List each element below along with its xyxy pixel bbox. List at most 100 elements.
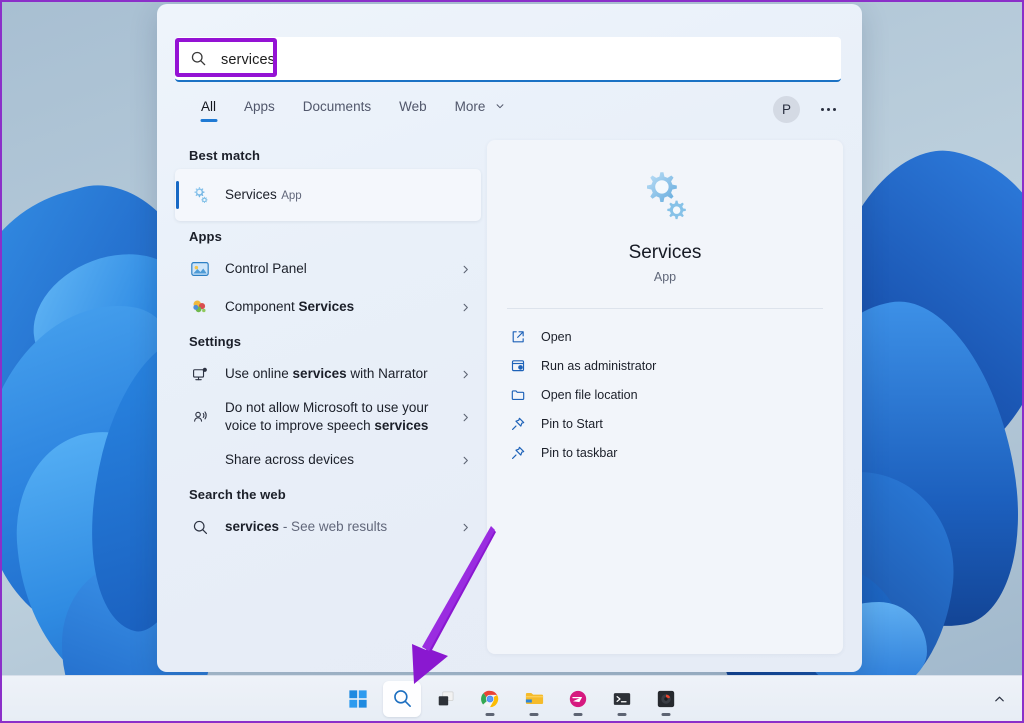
dot	[833, 108, 836, 111]
services-gear-icon	[189, 184, 211, 206]
chevron-right-icon	[460, 455, 471, 466]
avatar-initial: P	[781, 102, 791, 117]
search-icon	[190, 50, 207, 67]
result-row-use-online-services-narrator[interactable]: Use online services with Narrator	[175, 355, 481, 393]
action-pin-to-start[interactable]: Pin to Start	[501, 409, 829, 438]
result-row-component-services[interactable]: Component Services	[175, 288, 481, 326]
taskbar	[2, 675, 1022, 721]
action-label: Open	[541, 329, 572, 344]
more-options-button[interactable]	[815, 96, 842, 123]
result-row-share-across-devices[interactable]: Share across devices	[175, 441, 481, 479]
tab-all-label: All	[201, 99, 217, 114]
action-label: Open file location	[541, 387, 638, 402]
preview-divider	[507, 308, 823, 309]
search-field-wrapper[interactable]: services	[175, 37, 841, 82]
taskbar-chrome-button[interactable]	[471, 681, 509, 717]
search-input[interactable]: services	[175, 37, 841, 82]
folder-icon	[509, 386, 527, 404]
control-panel-icon	[189, 258, 211, 280]
result-title-suffix: with Narrator	[346, 366, 428, 381]
action-label: Pin to Start	[541, 416, 603, 431]
taskbar-items	[339, 680, 685, 717]
running-indicator	[529, 713, 539, 716]
pink-app-icon	[568, 689, 588, 709]
folder-icon	[524, 688, 545, 709]
result-title-prefix: Component	[225, 299, 299, 314]
result-title: Control Panel	[225, 261, 307, 276]
tab-web[interactable]: Web	[385, 96, 441, 124]
taskbar-tray-expand-button[interactable]	[993, 692, 1006, 705]
result-title-highlight: services	[374, 418, 429, 433]
action-label: Pin to taskbar	[541, 445, 618, 460]
no-icon-placeholder	[189, 449, 211, 471]
taskbar-search-button[interactable]	[383, 680, 421, 717]
result-title: services - See web results	[225, 519, 387, 534]
result-row-control-panel[interactable]: Control Panel	[175, 250, 481, 288]
result-title: Component Services	[225, 299, 354, 314]
section-heading-apps: Apps	[189, 229, 222, 244]
tab-apps[interactable]: Apps	[230, 96, 289, 124]
action-pin-to-taskbar[interactable]: Pin to taskbar	[501, 438, 829, 467]
result-row-speech-services[interactable]: Do not allow Microsoft to use your voice…	[175, 393, 481, 441]
text-caret	[275, 49, 277, 67]
avatar[interactable]: P	[773, 96, 800, 123]
tab-all[interactable]: All	[187, 96, 230, 124]
taskbar-file-explorer-button[interactable]	[515, 681, 553, 717]
result-row-services-best-match[interactable]: Services App	[175, 169, 481, 221]
tab-documents[interactable]: Documents	[289, 96, 385, 124]
running-indicator	[661, 713, 671, 716]
chevron-right-icon	[460, 302, 471, 313]
result-title-highlight: services	[292, 366, 347, 381]
chevron-right-icon	[460, 264, 471, 275]
running-indicator	[617, 713, 627, 716]
preview-actions: Open Run as administrator Open file loca…	[501, 322, 829, 467]
preview-pane: Services App Open Run as administrator O…	[487, 140, 843, 654]
open-external-icon	[509, 328, 527, 346]
preview-subtitle: App	[653, 270, 677, 284]
result-subtitle: App	[281, 190, 302, 202]
dark-app-icon	[656, 689, 676, 709]
action-open[interactable]: Open	[501, 322, 829, 351]
result-title-highlight: Services	[298, 299, 355, 314]
preview-title: Services	[628, 242, 702, 263]
taskbar-app-pink-button[interactable]	[559, 681, 597, 717]
chevron-up-icon	[993, 692, 1006, 705]
result-title-suffix: - See web results	[279, 519, 388, 534]
chevron-down-icon	[495, 101, 505, 111]
section-heading-best-match: Best match	[189, 148, 261, 163]
running-indicator	[485, 713, 495, 716]
running-indicator	[573, 713, 583, 716]
chevron-right-icon	[460, 412, 471, 423]
result-title: Share across devices	[225, 452, 355, 467]
result-title: Services	[225, 187, 277, 202]
services-gear-icon	[634, 166, 696, 228]
section-heading-search-the-web: Search the web	[189, 487, 286, 502]
results-list: Best match Services App Apps Control Pan…	[175, 140, 481, 546]
filter-tabs: All Apps Documents Web More	[187, 96, 519, 124]
result-title-highlight: services	[225, 519, 280, 534]
chrome-icon	[480, 689, 500, 709]
screen: services All Apps Documents Web More P B…	[0, 0, 1024, 723]
action-run-as-administrator[interactable]: Run as administrator	[501, 351, 829, 380]
tab-web-label: Web	[399, 99, 427, 114]
taskbar-app-dark-button[interactable]	[647, 681, 685, 717]
action-open-file-location[interactable]: Open file location	[501, 380, 829, 409]
result-title-prefix: Use online	[225, 366, 293, 381]
taskbar-start-button[interactable]	[339, 681, 377, 717]
tab-apps-label: Apps	[244, 99, 275, 114]
pin-icon	[509, 415, 527, 433]
result-row-web-search[interactable]: services - See web results	[175, 508, 481, 546]
pin-icon	[509, 444, 527, 462]
taskbar-task-view-button[interactable]	[427, 681, 465, 717]
chevron-right-icon	[460, 369, 471, 380]
search-panel: services All Apps Documents Web More P B…	[157, 4, 862, 672]
taskbar-terminal-button[interactable]	[603, 681, 641, 717]
tab-documents-label: Documents	[302, 99, 372, 114]
search-icon	[392, 688, 413, 709]
speech-voice-icon	[189, 406, 211, 428]
chevron-right-icon	[460, 522, 471, 533]
run-as-admin-icon	[509, 357, 527, 375]
tab-more[interactable]: More	[441, 96, 520, 124]
dot	[821, 108, 824, 111]
component-services-icon	[189, 296, 211, 318]
